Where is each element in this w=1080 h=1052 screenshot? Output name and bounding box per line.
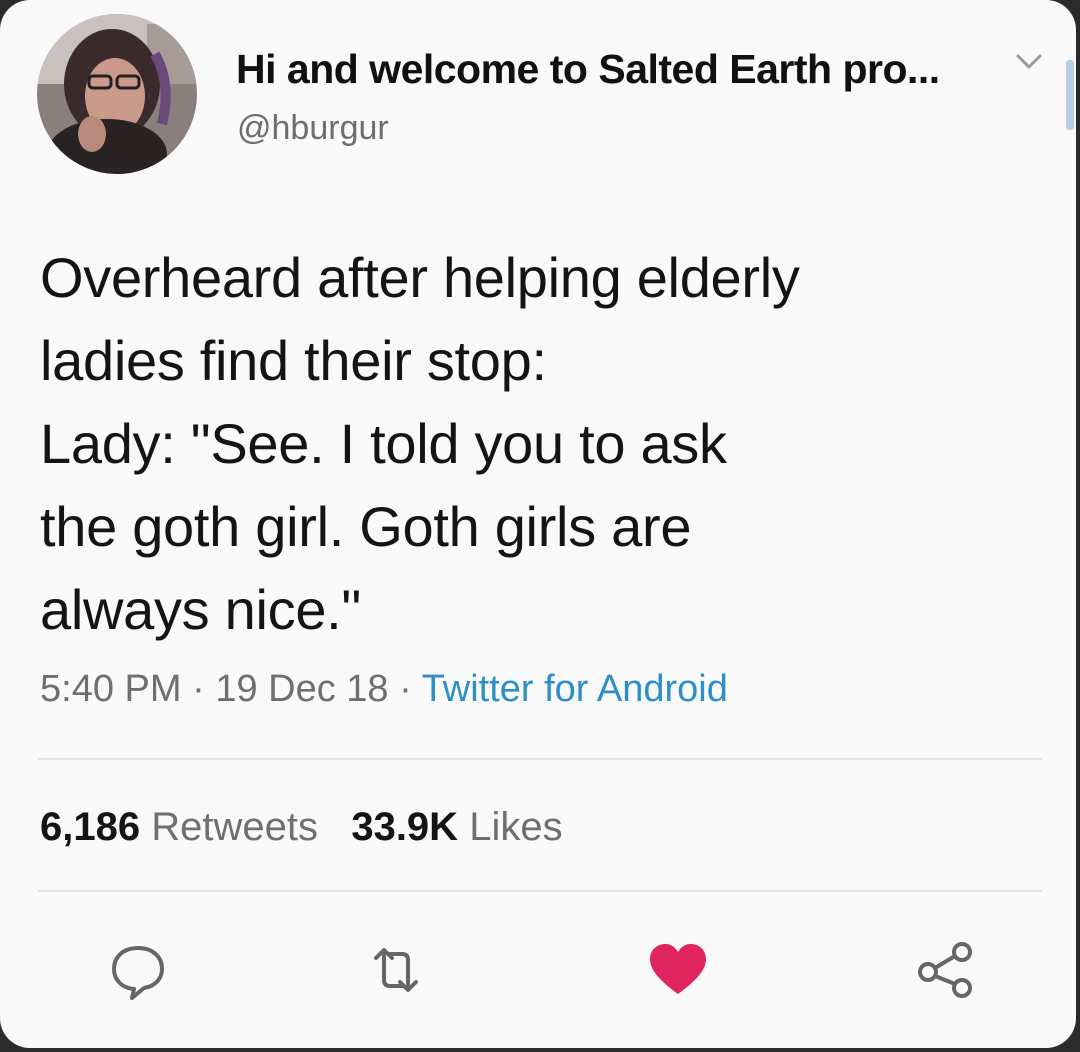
retweet-button[interactable] — [364, 938, 428, 1002]
display-name[interactable]: Hi and welcome to Salted Earth pro... — [236, 46, 940, 93]
retweet-arrows-icon — [364, 938, 428, 1002]
divider — [38, 758, 1042, 760]
tweet-source-link[interactable]: Twitter for Android — [422, 668, 728, 710]
divider — [38, 890, 1042, 892]
tweet-stats: 6,186 Retweets 33.9K Likes — [40, 805, 563, 850]
meta-separator: · — [388, 668, 422, 710]
tweet-text: Overheard after helping elderly ladies f… — [40, 236, 1020, 651]
tweet-line: Overheard after helping elderly — [40, 246, 800, 309]
tweet-card: Hi and welcome to Salted Earth pro... @h… — [0, 0, 1076, 1048]
retweets-label: Retweets — [151, 805, 318, 849]
avatar[interactable] — [37, 14, 197, 174]
retweets-stat[interactable]: 6,186 Retweets — [40, 805, 318, 849]
like-button[interactable] — [646, 938, 710, 1002]
meta-separator: · — [181, 668, 216, 710]
chevron-down-icon[interactable] — [1012, 50, 1046, 74]
user-handle[interactable]: @hburgur — [237, 109, 389, 148]
likes-stat[interactable]: 33.9K Likes — [351, 805, 562, 849]
reply-button[interactable] — [106, 938, 170, 1002]
tweet-line: ladies find their stop: — [40, 329, 547, 392]
tweet-date: 19 Dec 18 — [215, 668, 389, 710]
likes-label: Likes — [469, 805, 563, 849]
tweet-line: Lady: "See. I told you to ask — [40, 412, 727, 475]
tweet-time: 5:40 PM — [40, 668, 182, 710]
likes-count: 33.9K — [351, 805, 459, 849]
tweet-line: always nice." — [40, 578, 361, 641]
tweet-meta: 5:40 PM · 19 Dec 18 · Twitter for Androi… — [40, 668, 728, 711]
retweets-count: 6,186 — [40, 805, 141, 849]
share-nodes-icon — [914, 938, 978, 1002]
heart-icon — [646, 938, 710, 1002]
scroll-indicator[interactable] — [1066, 60, 1074, 130]
speech-bubble-icon — [106, 938, 170, 1002]
share-button[interactable] — [914, 938, 978, 1002]
tweet-line: the goth girl. Goth girls are — [40, 495, 692, 558]
